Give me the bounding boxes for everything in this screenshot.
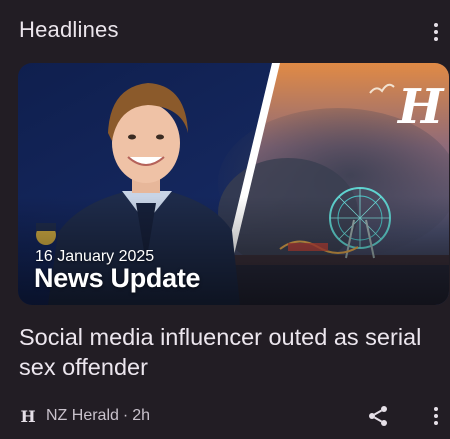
article-source-row: H NZ Herald · 2h bbox=[19, 404, 150, 428]
nz-herald-logo-icon: H bbox=[20, 406, 36, 426]
article-more-options-icon[interactable] bbox=[428, 407, 444, 425]
source-name: NZ Herald bbox=[46, 407, 119, 424]
section-title: Headlines bbox=[19, 17, 119, 42]
more-options-icon[interactable] bbox=[428, 23, 444, 41]
article-headline[interactable]: Social media influencer outed as serial … bbox=[19, 322, 429, 382]
section-header: Headlines bbox=[0, 0, 450, 60]
share-icon[interactable] bbox=[366, 404, 390, 428]
image-title-text: News Update bbox=[34, 263, 201, 293]
herald-watermark: H bbox=[396, 79, 445, 135]
article-age: 2h bbox=[132, 407, 151, 424]
source-separator: · bbox=[122, 407, 129, 424]
